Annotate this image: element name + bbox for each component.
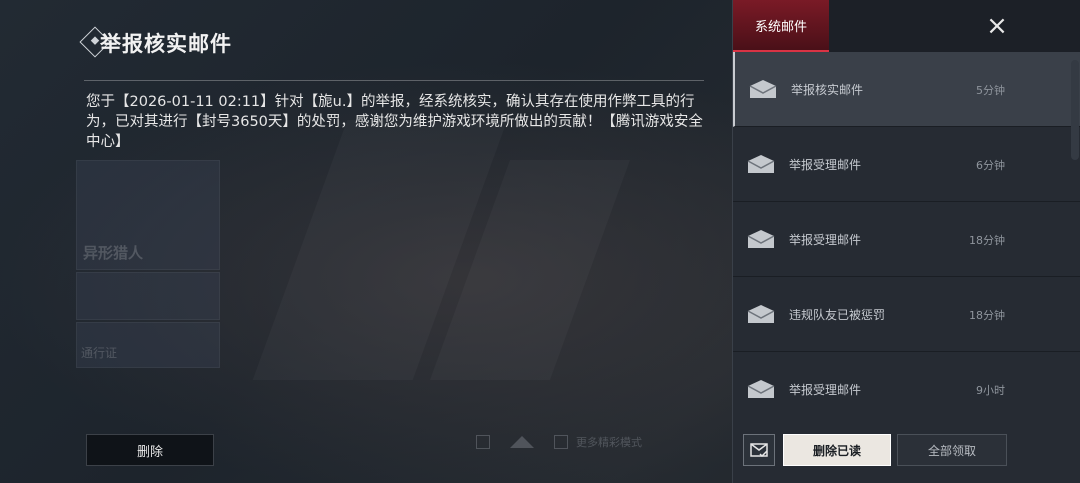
mail-list-item[interactable]: 举报受理邮件 9小时 <box>733 352 1080 427</box>
scrollbar[interactable] <box>1071 60 1079 160</box>
mail-item-time: 18分钟 <box>969 234 1005 247</box>
tab-system-mail[interactable]: 系统邮件 <box>733 0 829 52</box>
mail-item-time: 6分钟 <box>976 159 1005 172</box>
mail-item-time: 5分钟 <box>976 84 1005 97</box>
mail-item-subject: 违规队友已被惩罚 <box>789 308 886 322</box>
game-mail-screen: 异形猎人 通行证 举报核实邮件 您于【2026-01-11 02:11】针对【旎… <box>0 0 1080 483</box>
mail-item-subject: 举报受理邮件 <box>789 233 862 247</box>
envelope-icon <box>747 155 775 173</box>
mail-list-panel: 系统邮件 × 举报核实邮件 5分钟 举报受理邮件 6分钟 举报受理邮件 18分钟 违规队友已… <box>732 0 1080 483</box>
mail-list: 举报核实邮件 5分钟 举报受理邮件 6分钟 举报受理邮件 18分钟 违规队友已被惩罚 18分钟… <box>733 52 1080 427</box>
close-icon: × <box>986 11 1008 41</box>
envelope-icon <box>749 80 777 98</box>
close-button[interactable]: × <box>981 10 1013 42</box>
mail-item-subject: 举报受理邮件 <box>789 158 862 172</box>
mail-detail-panel: 举报核实邮件 您于【2026-01-11 02:11】针对【旎u.】的举报，经系… <box>0 0 732 483</box>
envelope-icon <box>747 230 775 248</box>
mail-list-header: 系统邮件 × <box>733 0 1080 52</box>
mail-item-subject: 举报核实邮件 <box>791 83 864 97</box>
mail-list-actions: 删除已读 全部领取 <box>733 426 1080 483</box>
envelope-icon <box>747 305 775 323</box>
square-icon <box>476 435 490 449</box>
delete-read-button[interactable]: 删除已读 <box>783 434 891 466</box>
mail-list-item[interactable]: 举报受理邮件 6分钟 <box>733 127 1080 202</box>
mail-item-subject: 举报受理邮件 <box>789 383 862 397</box>
mark-read-button[interactable] <box>743 434 775 466</box>
mail-check-icon <box>750 443 768 457</box>
mail-body: 您于【2026-01-11 02:11】针对【旎u.】的举报，经系统核实，确认其… <box>86 94 703 150</box>
mail-item-time: 18分钟 <box>969 309 1005 322</box>
envelope-icon <box>747 380 775 398</box>
mail-list-item[interactable]: 违规队友已被惩罚 18分钟 <box>733 277 1080 352</box>
mail-list-item[interactable]: 举报受理邮件 18分钟 <box>733 202 1080 277</box>
mail-item-time: 9小时 <box>976 384 1005 397</box>
square-icon <box>554 435 568 449</box>
mail-title: 举报核实邮件 <box>100 32 232 56</box>
claim-all-button[interactable]: 全部领取 <box>897 434 1007 466</box>
bottom-dock: 更多精彩模式 <box>476 426 732 458</box>
home-icon <box>510 436 534 448</box>
mail-list-item[interactable]: 举报核实邮件 5分钟 <box>733 52 1080 127</box>
divider <box>84 80 704 81</box>
dock-label: 更多精彩模式 <box>576 436 642 449</box>
delete-button[interactable]: 删除 <box>86 434 214 466</box>
